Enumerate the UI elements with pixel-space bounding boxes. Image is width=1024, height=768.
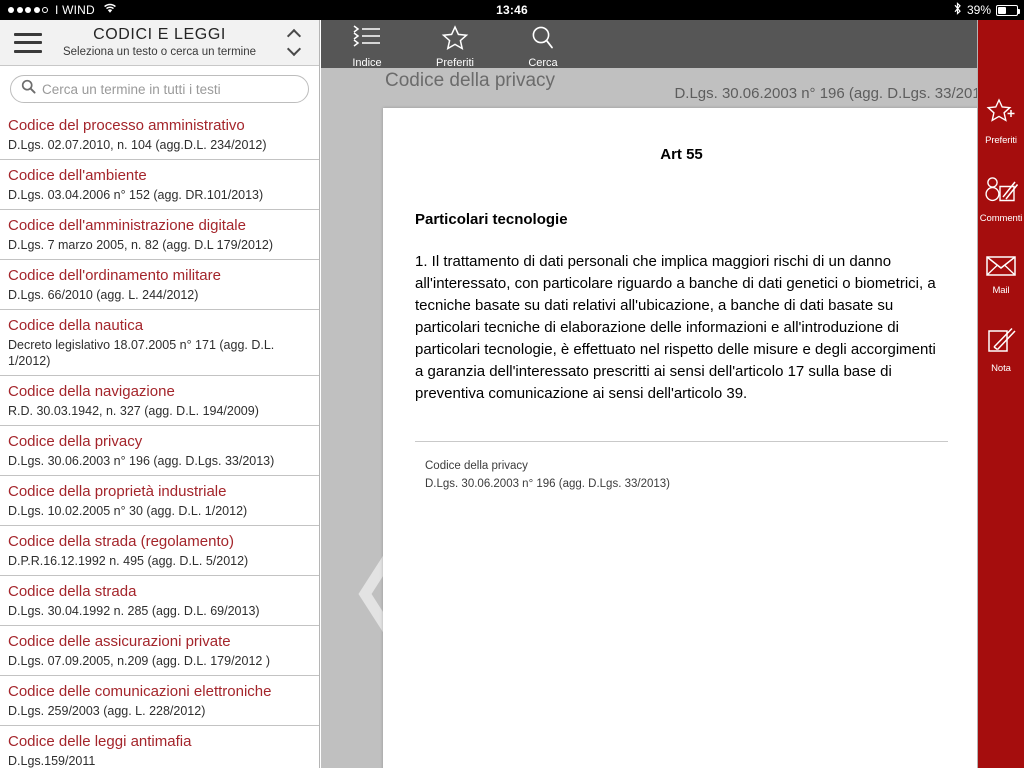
list-item-subtitle: D.Lgs. 66/2010 (agg. L. 244/2012) <box>8 287 199 302</box>
list-item-title: Codice delle leggi antimafia <box>8 733 192 751</box>
list-item[interactable]: Codice del processo amministrativo D.Lgs.… <box>0 110 319 160</box>
list-item-title: Codice della strada (regolamento) <box>8 533 234 551</box>
star-plus-icon <box>985 98 1017 133</box>
document-title: Codice della privacy <box>385 70 556 91</box>
list-item-subtitle: D.Lgs. 30.06.2003 n° 196 (agg. D.Lgs. 33… <box>8 454 275 468</box>
article-number: Art 55 <box>660 146 703 163</box>
battery-percent-label: 39% <box>966 3 991 17</box>
page-subtitle: Seleziona un testo o cerca un termine <box>62 45 257 58</box>
list-item-subtitle: R.D. 30.03.1942, n. 327 (agg. D.L. 194/2… <box>8 404 259 418</box>
list-item[interactable]: Codice della privacy D.Lgs. 30.06.2003 n°… <box>0 426 319 477</box>
clock: 13:46 <box>496 3 528 17</box>
toolbar: Indice Preferiti Cerca <box>321 20 1024 69</box>
main-pane: Indice Preferiti Cerca Codice della priv… <box>321 20 1024 768</box>
list-item-title: Codice della proprietà industriale <box>8 483 227 501</box>
bluetooth-icon <box>953 2 962 18</box>
list-item[interactable]: Codice della strada (regolamento) D.P.R.1… <box>0 526 319 577</box>
list-item[interactable]: Codice delle assicurazioni private D.Lgs.… <box>0 626 319 677</box>
list-item[interactable]: Codice della strada D.Lgs. 30.04.1992 n. … <box>0 576 319 627</box>
list-item[interactable]: Codice della nautica Decreto legislativo … <box>0 310 319 377</box>
list-item-subtitle: D.Lgs. 07.09.2005, n.209 (agg. D.L. 179/… <box>8 654 270 668</box>
rail-button-label: Preferiti <box>985 135 1017 146</box>
article-body: 1. Il trattamento di dati personali che … <box>415 253 936 403</box>
comment-edit-icon <box>984 176 1019 211</box>
star-icon <box>441 25 469 56</box>
document-reference: D.Lgs. 30.06.2003 n° 196 (agg. D.Lgs. 33… <box>674 85 994 102</box>
status-bar: I WIND 13:46 39% <box>0 0 1024 20</box>
page-footer: Codice della privacy D.Lgs. 30.06.2003 n… <box>425 458 948 493</box>
list-item-title: Codice della nautica <box>8 317 144 334</box>
search-input[interactable] <box>42 81 298 97</box>
envelope-icon <box>985 254 1017 283</box>
app-root: I WIND 13:46 39% CODICI E LEGGI Selezion… <box>0 0 1024 768</box>
list-item[interactable]: Codice delle leggi antimafia D.Lgs.159/20… <box>0 726 319 768</box>
list-item-title: Codice dell'ambiente <box>8 167 147 184</box>
rail-button-label: Commenti <box>979 213 1023 224</box>
list-item-title: Codice delle comunicazioni elettroniche <box>8 683 272 701</box>
search-icon <box>530 25 556 56</box>
list-item-subtitle: D.Lgs.159/2011 <box>8 754 96 768</box>
toolbar-button-indice[interactable]: Indice <box>336 20 398 69</box>
list-item-title: Codice dell'amministrazione digitale <box>8 217 246 234</box>
list-item-subtitle: Decreto legislativo 18.07.2005 n° 171 (a… <box>8 337 275 368</box>
section-title: Particolari tecnologie <box>415 211 568 228</box>
rail-button-mail[interactable]: Mail <box>978 254 1024 296</box>
code-list: Codice del processo amministrativo D.Lgs.… <box>0 110 319 768</box>
list-item-title: Codice dell'ordinamento militare <box>8 267 221 284</box>
chevron-up-down-icon[interactable] <box>283 28 305 57</box>
list-item[interactable]: Codice della proprietà industriale D.Lgs.… <box>0 476 319 527</box>
list-item-subtitle: D.Lgs. 03.04.2006 n° 152 (agg. DR.101/20… <box>8 187 264 202</box>
list-item-title: Codice della privacy <box>8 433 143 451</box>
list-item-title: Codice del processo amministrativo <box>8 117 245 134</box>
list-item[interactable]: Codice delle comunicazioni elettroniche D… <box>0 676 319 727</box>
list-item[interactable]: Codice della navigazione R.D. 30.03.1942,… <box>0 376 319 427</box>
list-index-icon <box>352 25 382 56</box>
page-divider <box>415 441 948 443</box>
toolbar-button-cerca[interactable]: Cerca <box>512 20 574 69</box>
list-item-subtitle: D.P.R.16.12.1992 n. 495 (agg. D.L. 5/201… <box>8 554 249 568</box>
list-item-subtitle: D.Lgs. 30.04.1992 n. 285 (agg. D.L. 69/2… <box>8 604 260 618</box>
hamburger-icon[interactable] <box>14 32 42 53</box>
search-container <box>0 66 319 110</box>
rail-button-commenti[interactable]: Commenti <box>978 176 1024 224</box>
list-item-subtitle: D.Lgs. 10.02.2005 n° 30 (agg. D.L. 1/201… <box>8 504 248 518</box>
list-item[interactable]: Codice dell'amministrazione digitale D.Lg… <box>0 210 319 260</box>
rail-button-label: Mail <box>992 285 1010 296</box>
sidebar-header: CODICI E LEGGI Seleziona un testo o cerc… <box>0 20 319 66</box>
list-item[interactable]: Codice dell'ambiente D.Lgs. 03.04.2006 n°… <box>0 160 319 210</box>
list-item-subtitle: D.Lgs. 02.07.2010, n. 104 (agg.D.L. 234/… <box>8 137 267 152</box>
document-header: Codice della privacy D.Lgs. 30.06.2003 n… <box>321 68 1024 108</box>
page-title: CODICI E LEGGI <box>93 26 226 44</box>
list-item-title: Codice della strada <box>8 583 137 601</box>
rail-button-label: Nota <box>991 363 1011 374</box>
search-box[interactable] <box>10 75 309 103</box>
footer-reference: D.Lgs. 30.06.2003 n° 196 (agg. D.Lgs. 33… <box>425 477 670 490</box>
status-bar-right: 39% <box>953 2 1020 18</box>
footer-title: Codice della privacy <box>425 460 528 473</box>
sidebar: CODICI E LEGGI Seleziona un testo o cerc… <box>0 20 320 768</box>
toolbar-button-preferiti[interactable]: Preferiti <box>424 20 486 69</box>
list-item-subtitle: D.Lgs. 259/2003 (agg. L. 228/2012) <box>8 704 206 718</box>
sidebar-title-block: CODICI E LEGGI Seleziona un testo o cerc… <box>0 26 319 59</box>
list-item[interactable]: Codice dell'ordinamento militare D.Lgs. 6… <box>0 260 319 310</box>
rail-button-preferiti[interactable]: Preferiti <box>978 98 1024 146</box>
battery-icon <box>996 4 1020 16</box>
list-item-subtitle: D.Lgs. 7 marzo 2005, n. 82 (agg. D.L 179… <box>8 237 273 252</box>
search-icon <box>21 79 36 99</box>
action-rail: Preferiti Commenti Mail Nota <box>978 20 1024 768</box>
note-pencil-icon <box>985 326 1017 361</box>
list-item-title: Codice della navigazione <box>8 383 175 401</box>
list-item-title: Codice delle assicurazioni private <box>8 633 231 651</box>
document-page[interactable]: Art 55 Particolari tecnologie 1. Il trat… <box>383 108 980 768</box>
rail-button-nota[interactable]: Nota <box>978 326 1024 374</box>
